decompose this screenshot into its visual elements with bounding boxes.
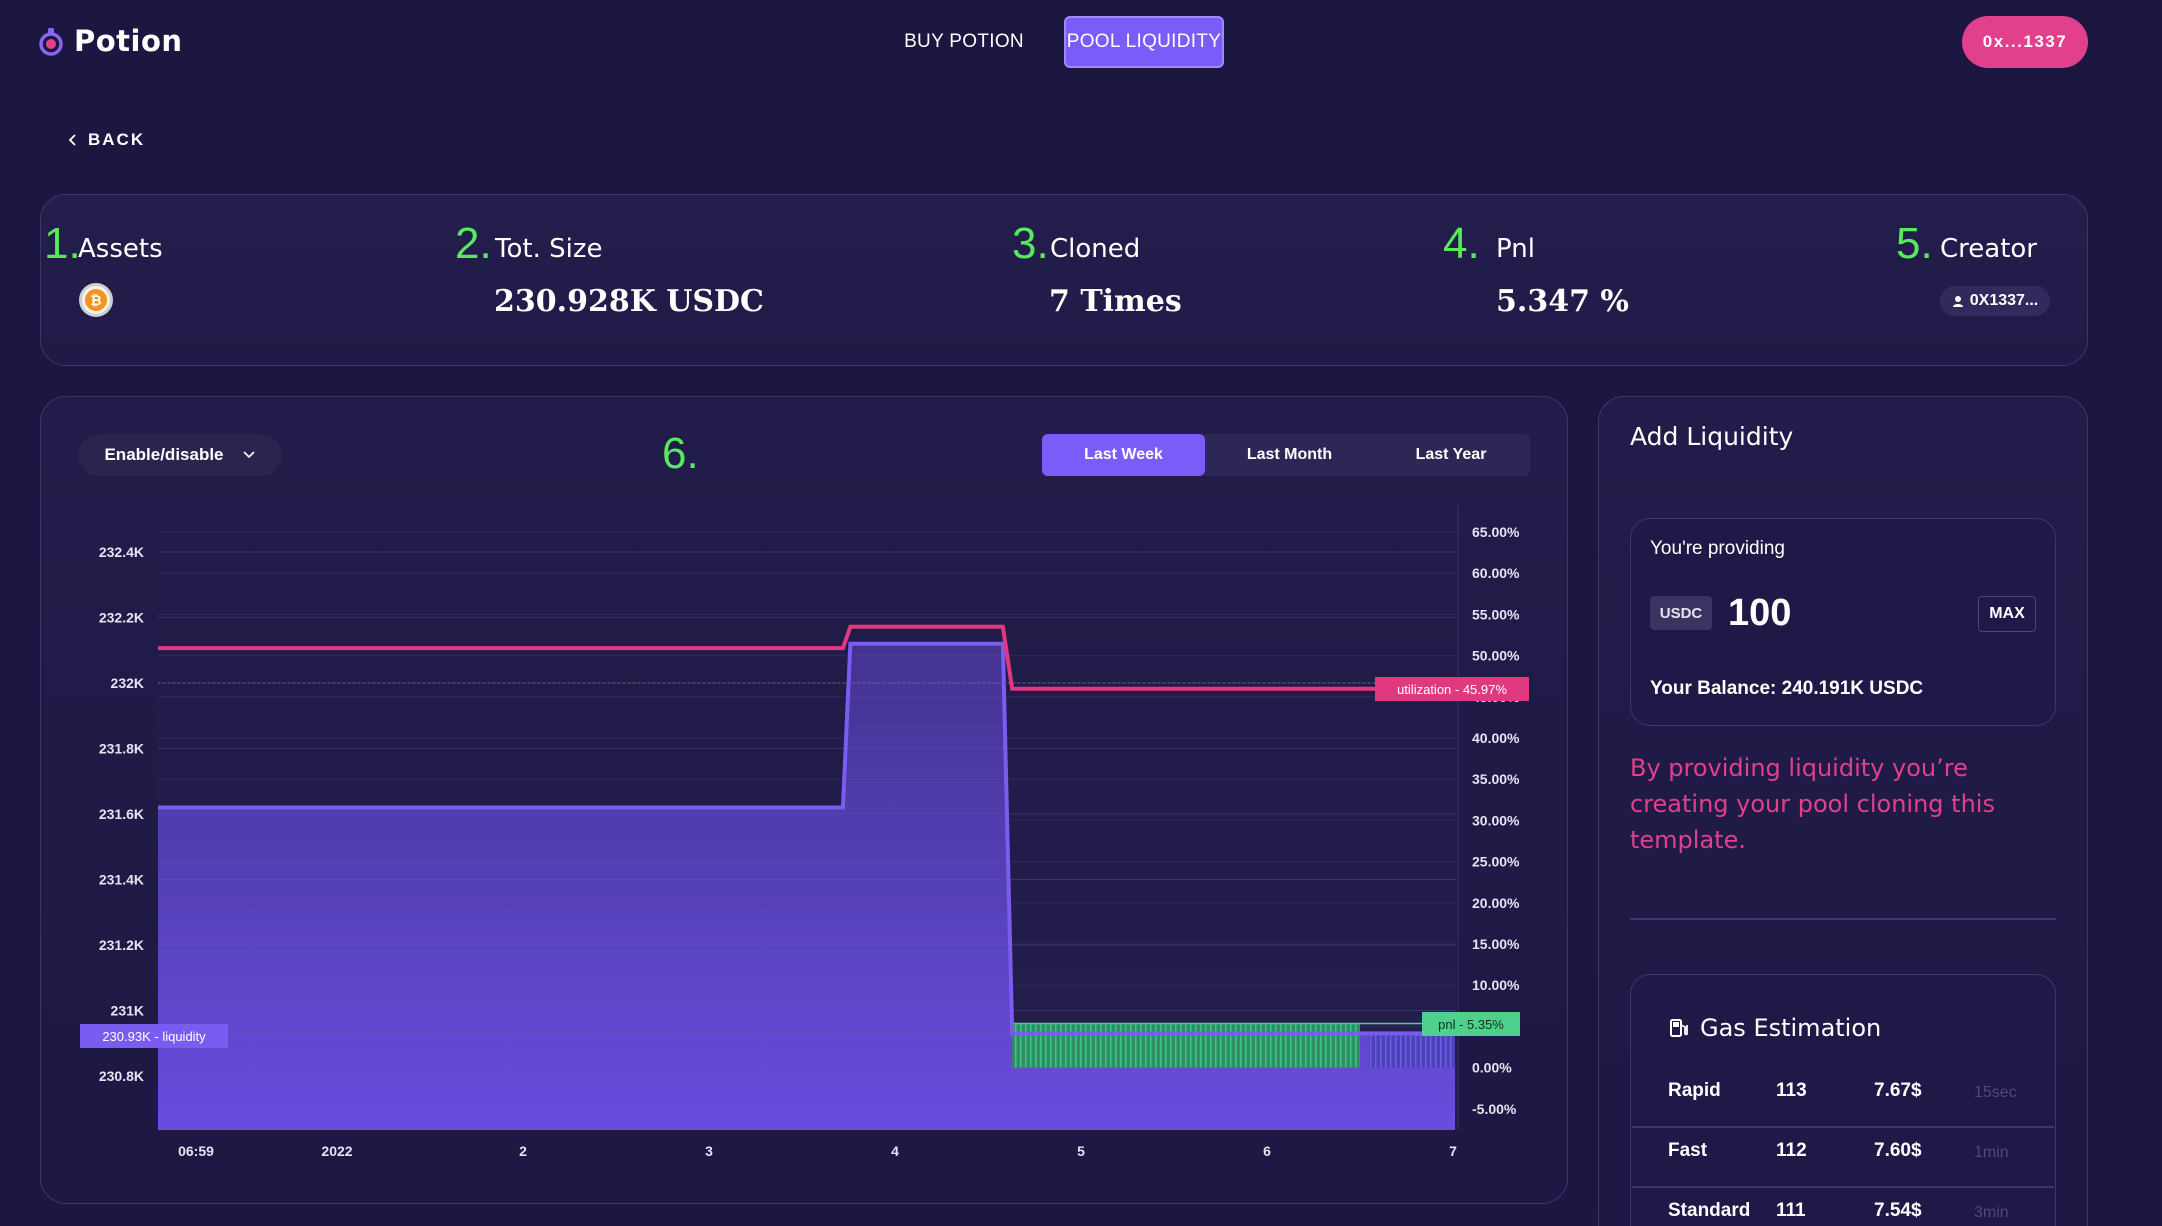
gas-pump-icon [1670,1019,1688,1037]
y-left-tick: 232.2K [99,610,144,626]
gas-speed: Standard [1668,1200,1751,1221]
gas-time: 15sec [1974,1084,2017,1101]
gas-cost: 7.67$ [1874,1080,1922,1101]
divider [1630,918,2056,920]
utilization-value-tag: utilization - 45.97% [1375,677,1529,701]
liquidity-value-tag: 230.93K - liquidity [80,1024,228,1048]
y-right-tick: 10.00% [1472,977,1520,993]
gas-estimation-title: Gas Estimation [1668,1014,1881,1042]
x-tick: 2022 [321,1143,352,1159]
gas-gwei: 111 [1776,1200,1806,1221]
gas-time: 3min [1974,1204,2009,1221]
liquidity-tag-text: 230.93K - liquidity [102,1029,206,1044]
x-tick: 2 [519,1143,527,1159]
y-left-tick: 230.8K [99,1068,144,1084]
gas-time: 1min [1974,1144,2009,1161]
y-right-tick: 35.00% [1472,771,1520,787]
x-tick: 5 [1077,1143,1085,1159]
y-right-tick: 55.00% [1472,606,1520,622]
y-right-tick: 25.00% [1472,854,1520,870]
y-right-tick: -5.00% [1472,1101,1517,1117]
gas-speed: Fast [1668,1140,1708,1161]
token-chip: USDC [1650,596,1712,630]
gas-title-text: Gas Estimation [1700,1014,1882,1042]
pnl-tag-text: pnl - 5.35% [1438,1017,1504,1032]
y-right-tick: 40.00% [1472,730,1520,746]
gas-cost: 7.60$ [1874,1140,1922,1161]
cloning-info-text: By providing liquidity you’re creating y… [1630,754,1995,854]
pnl-bars [1012,1023,1360,1068]
y-left-tick: 232.4K [99,544,144,560]
y-right-tick: 20.00% [1472,895,1520,911]
y-left-tick: 231.8K [99,741,144,757]
y-left-tick: 231K [111,1003,144,1019]
y-right-tick: 65.00% [1472,524,1520,540]
x-tick: 6 [1263,1143,1271,1159]
y-right-tick: 60.00% [1472,565,1520,581]
gas-gwei: 113 [1776,1080,1807,1101]
y-right-tick: 15.00% [1472,936,1520,952]
utilization-tag-text: utilization - 45.97% [1397,682,1507,697]
y-left-tick: 232K [111,675,144,691]
x-tick: 7 [1449,1143,1457,1159]
y-right-tick: 30.00% [1472,812,1520,828]
pnl-value-tag: pnl - 5.35% [1422,1012,1520,1036]
balance-text: Your Balance: 240.191K USDC [1650,678,1924,699]
amount-input[interactable] [1728,588,1948,638]
providing-label: You're providing [1650,538,1785,559]
gas-speed: Rapid [1668,1080,1721,1101]
gas-gwei: 112 [1776,1140,1807,1161]
gas-row-rapid[interactable]: Rapid 113 7.67$ 15sec [1632,1060,2054,1120]
y-right-tick: 50.00% [1472,648,1520,664]
x-tick: 3 [705,1143,713,1159]
gas-cost: 7.54$ [1874,1200,1922,1221]
x-tick: 4 [891,1143,899,1159]
add-liquidity-title: Add Liquidity [1630,422,1794,451]
max-button[interactable]: MAX [1978,596,2036,632]
gas-row-standard[interactable]: Standard 111 7.54$ 3min [1632,1180,2054,1226]
x-tick: 06:59 [178,1143,214,1159]
pnl-bars [1369,1032,1455,1068]
y-right-tick: 0.00% [1472,1060,1512,1076]
y-left-tick: 231.4K [99,872,144,888]
gas-row-fast[interactable]: Fast 112 7.60$ 1min [1632,1120,2054,1180]
y-left-tick: 231.2K [99,937,144,953]
y-left-tick: 231.6K [99,806,144,822]
